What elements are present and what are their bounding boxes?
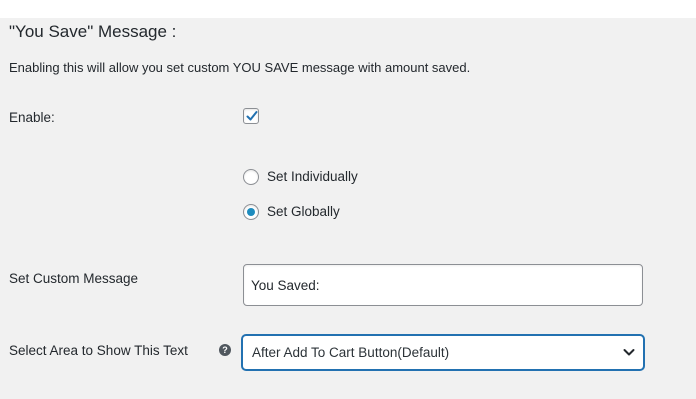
question-circle-icon[interactable]: ? — [219, 344, 231, 356]
display-area-label: Select Area to Show This Text — [9, 343, 188, 358]
enable-checkbox[interactable] — [243, 108, 259, 124]
top-strip — [0, 0, 696, 18]
chevron-down-icon — [623, 349, 635, 356]
radio-set-globally[interactable]: Set Globally — [243, 203, 340, 221]
radio-set-individually[interactable]: Set Individually — [243, 168, 358, 186]
section-title: "You Save" Message : — [9, 22, 177, 41]
section-description: Enabling this will allow you set custom … — [9, 60, 471, 75]
radio-label-globally: Set Globally — [267, 204, 340, 219]
radio-button-globally[interactable] — [243, 204, 259, 220]
custom-message-input[interactable] — [243, 264, 643, 306]
display-area-selected-value: After Add To Cart Button(Default) — [252, 345, 450, 360]
radio-label-individually: Set Individually — [267, 169, 358, 184]
checkmark-icon — [246, 111, 258, 121]
enable-label: Enable: — [9, 110, 55, 125]
custom-message-label: Set Custom Message — [9, 271, 139, 286]
display-area-select[interactable]: After Add To Cart Button(Default) — [242, 335, 644, 370]
radio-button-individually[interactable] — [243, 169, 259, 185]
